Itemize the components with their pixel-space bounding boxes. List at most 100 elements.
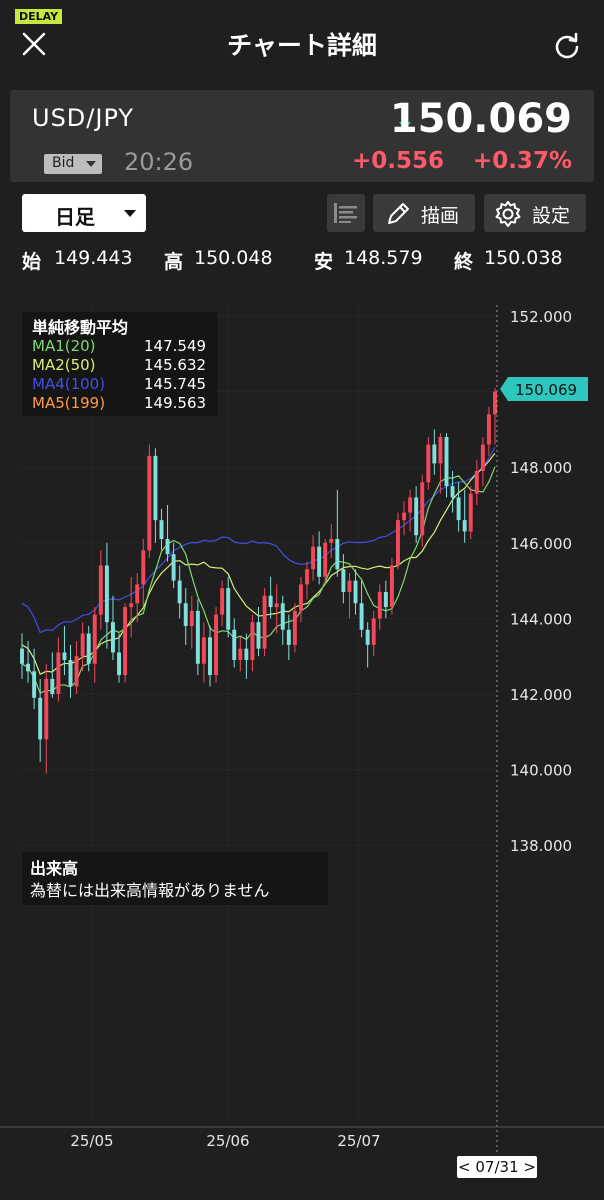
candle-body xyxy=(117,652,121,676)
candle-body xyxy=(414,497,419,536)
ma2-value: 145.632 xyxy=(144,356,207,374)
ma1-name: MA1(20) xyxy=(32,337,96,355)
candle-body xyxy=(171,554,176,581)
low-value: 148.579 xyxy=(344,247,423,269)
candle-body xyxy=(268,595,273,608)
candle-body xyxy=(450,486,455,498)
candle-body xyxy=(305,569,309,585)
candle-body xyxy=(159,520,164,540)
candle-body xyxy=(317,546,322,577)
candle-body xyxy=(462,520,467,532)
candle-body xyxy=(371,618,376,645)
open-value: 149.443 xyxy=(54,247,133,269)
candle-body xyxy=(38,697,43,740)
candle-body xyxy=(456,497,461,521)
y-tick-label: 144.000 xyxy=(510,610,572,628)
candle-body xyxy=(402,512,407,521)
ma-legend-title: 単純移動平均 xyxy=(32,318,129,337)
candle-body xyxy=(359,603,364,630)
ma5-value: 149.563 xyxy=(144,394,207,412)
quote-time: 20:26 xyxy=(124,148,194,176)
candle-body xyxy=(183,603,188,626)
bid-label: Bid xyxy=(52,155,75,171)
candle-body xyxy=(432,444,437,464)
candle-body xyxy=(438,436,443,464)
candle-body xyxy=(50,678,55,694)
candle-body xyxy=(110,622,115,653)
candle-body xyxy=(286,629,291,645)
candle-body xyxy=(426,444,431,483)
y-tick-label: 142.000 xyxy=(510,686,572,704)
candle-body xyxy=(189,610,194,626)
refresh-icon[interactable] xyxy=(551,30,583,62)
close-label: 終 xyxy=(454,251,474,273)
candle-body xyxy=(486,414,491,445)
period-selector[interactable]: 日足 xyxy=(22,194,146,232)
candle-body xyxy=(474,470,479,494)
list-icon xyxy=(334,203,357,223)
candle-body xyxy=(353,580,358,604)
ma1-value: 147.549 xyxy=(144,337,207,355)
high-label: 高 xyxy=(164,251,184,273)
candle-body xyxy=(238,648,243,660)
candle-body xyxy=(135,584,140,604)
y-tick-label: 152.000 xyxy=(510,308,572,326)
ma4-name: MA4(100) xyxy=(32,375,106,393)
candle-body xyxy=(74,656,79,687)
draw-button[interactable]: 描画 xyxy=(373,194,475,232)
candle-body xyxy=(389,565,394,608)
volume-panel: 出来高 為替には出来高情報がありません xyxy=(22,852,328,905)
candle-body xyxy=(444,436,449,487)
candle-body xyxy=(232,629,237,660)
currency-pair: USD/JPY xyxy=(32,104,135,132)
candle-body xyxy=(244,648,249,660)
chevron-down-icon xyxy=(86,161,96,167)
candle-body xyxy=(68,659,73,687)
candle-body xyxy=(420,482,425,536)
candle-body xyxy=(208,637,212,676)
candle-body xyxy=(408,497,413,513)
candle-body xyxy=(98,565,103,615)
candle-body xyxy=(262,595,267,649)
top-bar: DELAY チャート詳細 xyxy=(0,0,604,80)
candle-body xyxy=(274,603,279,608)
ma5-name: MA5(199) xyxy=(32,394,106,412)
candle-body xyxy=(226,588,231,630)
ma4-value: 145.745 xyxy=(144,375,207,393)
quote-panel: USD/JPY 150.069 Bid 20:26 +0.556 +0.37% xyxy=(10,90,594,182)
candle-body xyxy=(195,610,200,664)
bid-selector[interactable]: Bid xyxy=(44,154,102,174)
candle-body xyxy=(26,663,31,672)
candle-body xyxy=(214,614,219,676)
candle-body xyxy=(377,591,382,619)
volume-title: 出来高 xyxy=(30,859,79,878)
candle-body xyxy=(86,633,91,664)
candle-body xyxy=(347,580,352,592)
candle-body xyxy=(468,493,473,532)
candle-body xyxy=(323,542,328,577)
y-tick-label: 146.000 xyxy=(510,535,572,553)
candlestick-chart[interactable]: 152.000150.000148.000146.000144.000142.0… xyxy=(0,305,604,1185)
x-tick-label: 25/07 xyxy=(337,1132,380,1150)
delay-badge: DELAY xyxy=(15,9,63,24)
candle-body xyxy=(201,637,206,664)
candle-body xyxy=(396,520,400,566)
indicator-list-button[interactable] xyxy=(327,194,365,232)
candle-body xyxy=(365,629,370,645)
candle-body xyxy=(298,584,303,611)
price-change-percent: +0.37% xyxy=(472,148,572,174)
y-tick-label: 148.000 xyxy=(510,459,572,477)
candle-body xyxy=(383,591,388,608)
high-value: 150.048 xyxy=(194,247,273,269)
close-value: 150.038 xyxy=(484,247,563,269)
candle-body xyxy=(220,588,225,615)
settings-button[interactable]: 設定 xyxy=(484,194,586,232)
candle-body xyxy=(256,622,261,649)
date-selector[interactable]: < 07/31 > xyxy=(457,1156,537,1178)
y-tick-label: 140.000 xyxy=(510,762,572,780)
ma-legend: 単純移動平均 MA1(20) 147.549 MA2(50) 145.632 M… xyxy=(22,312,218,416)
candle-body xyxy=(153,455,158,521)
candle-body xyxy=(341,569,346,592)
low-label: 安 xyxy=(314,251,334,273)
draw-label: 描画 xyxy=(421,205,460,227)
